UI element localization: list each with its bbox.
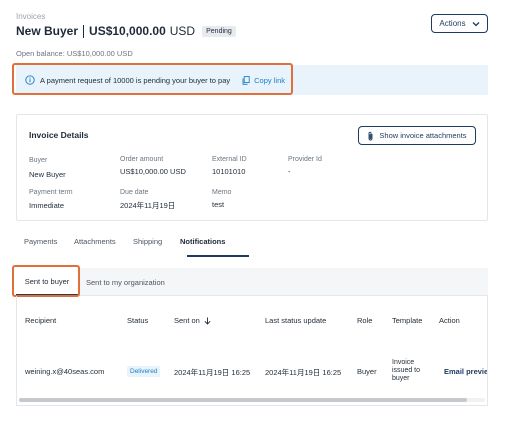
invoice-details-card: Invoice Details Show invoice attachments…: [16, 114, 488, 221]
column-role: Role: [357, 316, 373, 325]
tab-attachments[interactable]: Attachments: [74, 237, 116, 246]
due-date-label: Due date: [120, 189, 149, 196]
column-recipient: Recipient: [25, 316, 57, 325]
notification-subtabs: Sent to buyer Sent to my organization: [16, 268, 488, 296]
payment-term-label: Payment term: [29, 189, 73, 196]
status-badge: Pending: [202, 25, 236, 37]
invoice-currency: USD: [169, 24, 196, 38]
buyer-label: Buyer: [29, 157, 48, 164]
actions-button[interactable]: Actions: [431, 14, 488, 33]
column-sent-on[interactable]: Sent on: [174, 316, 211, 325]
buyer-name: New Buyer: [16, 24, 79, 38]
memo-label: Memo: [212, 189, 232, 196]
last-status-update-cell: 2024年11月19日 16:25: [265, 368, 342, 377]
order-amount-value: US$10,000.00 USD: [120, 167, 186, 176]
active-tab-indicator: [187, 255, 249, 257]
invoice-amount: US$10,000.00: [89, 24, 166, 38]
column-status: Status: [127, 316, 149, 325]
paperclip-icon: [368, 131, 373, 140]
page-title: New Buyer US$10,000.00 USD Pending: [16, 24, 236, 38]
chevron-down-icon: [472, 21, 480, 26]
column-action: Action: [439, 316, 460, 325]
invoice-details-title: Invoice Details: [29, 130, 89, 140]
tab-notifications[interactable]: Notifications: [180, 237, 225, 246]
column-template: Template: [392, 316, 423, 325]
subtab-highlight-annotation: [12, 265, 80, 297]
sent-on-cell: 2024年11月19日 16:25: [174, 368, 251, 377]
show-attachments-label: Show invoice attachments: [379, 131, 467, 140]
banner-highlight-annotation: [12, 63, 293, 95]
tab-bar: Payments Attachments Shipping Notificati…: [16, 237, 488, 257]
delivered-status-badge: Delivered: [127, 366, 161, 377]
sort-arrow-down-icon: [204, 317, 211, 325]
title-divider: [83, 24, 85, 38]
tab-shipping[interactable]: Shipping: [133, 237, 162, 246]
notifications-table: Recipient Status Sent on Last status upd…: [16, 296, 488, 406]
breadcrumb[interactable]: Invoices: [16, 12, 45, 21]
email-preview-link[interactable]: Email preview: [444, 367, 487, 376]
payment-term-value: Immediate: [29, 201, 65, 210]
external-id-value: 10101010: [212, 167, 246, 176]
open-balance: Open balance: US$10,000.00 USD: [16, 49, 133, 58]
recipient-cell: weining.x@40seas.com: [25, 367, 105, 376]
provider-id-label: Provider Id: [288, 156, 322, 163]
provider-id-value: -: [288, 167, 291, 176]
external-id-label: External ID: [212, 156, 247, 163]
horizontal-scrollbar-thumb[interactable]: [19, 398, 467, 402]
due-date-value: 2024年11月19日: [120, 201, 176, 210]
memo-value: test: [212, 200, 225, 209]
actions-label: Actions: [439, 19, 466, 28]
subtab-sent-to-organization[interactable]: Sent to my organization: [86, 268, 165, 296]
template-cell: Invoice issued to buyer: [392, 359, 421, 382]
order-amount-label: Order amount: [120, 156, 164, 163]
buyer-value: New Buyer: [29, 170, 66, 179]
tab-payments[interactable]: Payments: [24, 237, 57, 246]
role-cell: Buyer: [357, 367, 377, 376]
column-last-status-update: Last status update: [265, 316, 327, 325]
column-sent-on-label: Sent on: [174, 316, 200, 325]
show-attachments-button[interactable]: Show invoice attachments: [358, 126, 476, 145]
